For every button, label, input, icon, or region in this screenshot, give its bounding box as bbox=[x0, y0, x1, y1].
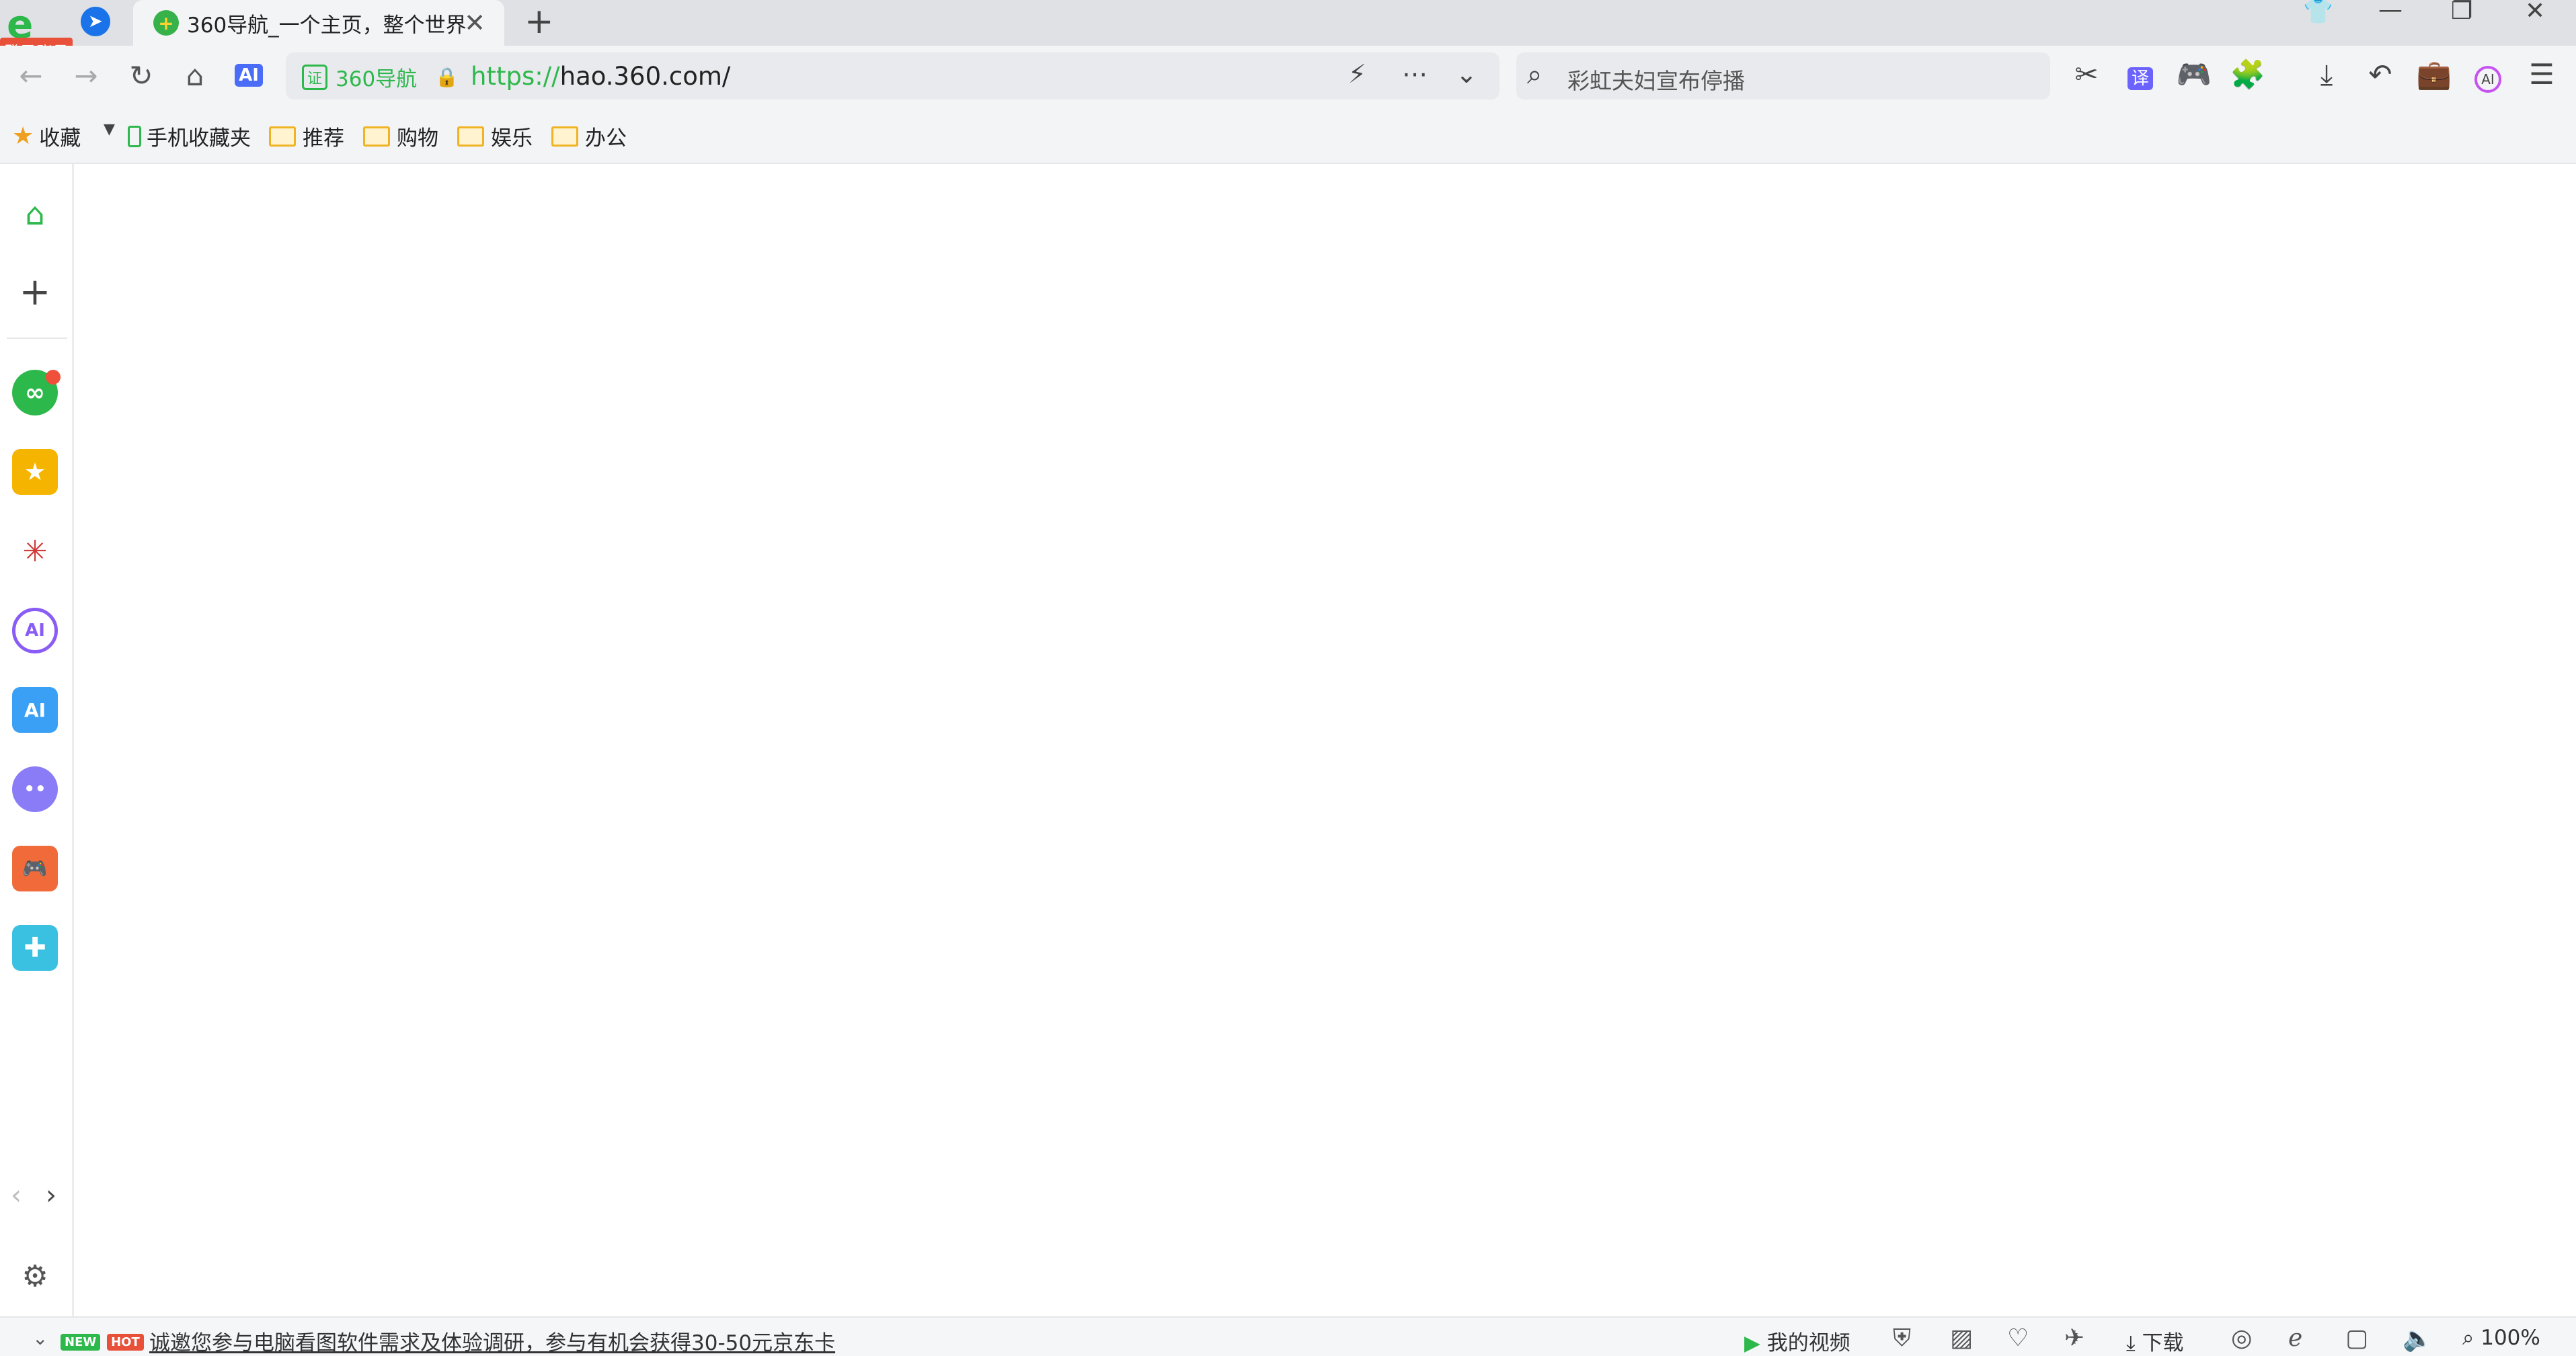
bookmark-mobile[interactable]: 手机收藏夹 bbox=[128, 121, 251, 151]
sidebar-ai-chat-icon[interactable]: AI bbox=[12, 608, 58, 653]
download-label: 下载 bbox=[2142, 1331, 2184, 1355]
sidebar-home-icon[interactable]: ⌂ bbox=[12, 191, 58, 237]
search-suggestion[interactable]: 彩虹夫妇宣布停播 bbox=[1567, 63, 1745, 95]
sidebar-next-icon[interactable]: › bbox=[38, 1172, 65, 1218]
play-icon: ▶ bbox=[1744, 1331, 1767, 1355]
window-icon[interactable]: ▢ bbox=[2345, 1324, 2368, 1352]
forward-icon[interactable]: → bbox=[67, 56, 105, 94]
hot-tag: HOT bbox=[107, 1334, 144, 1351]
paper-plane-icon[interactable]: ➤ bbox=[81, 7, 110, 36]
download-button[interactable]: ⤓ 下载 bbox=[2126, 1326, 2184, 1356]
title-bar: e 登录账号 ➤ + 360导航_一个主页，整个世界 ✕ + 👕 — ❐ ✕ bbox=[0, 0, 2576, 64]
download-icon[interactable]: ⤓ bbox=[2308, 58, 2345, 91]
notification-dot bbox=[46, 370, 61, 385]
sidebar-settings-icon[interactable]: ⚙ bbox=[12, 1253, 58, 1299]
bookmark-label: 办公 bbox=[585, 126, 627, 151]
bookmark-folder-office[interactable]: 办公 bbox=[551, 121, 627, 151]
url-text[interactable]: https://hao.360.com/ bbox=[471, 62, 730, 91]
zoom-control[interactable]: ⌕ 100% bbox=[2462, 1326, 2540, 1351]
sidebar-divider bbox=[7, 337, 67, 339]
zoom-icon: ⌕ bbox=[2462, 1326, 2481, 1350]
my-video-button[interactable]: ▶ 我的视频 bbox=[1744, 1326, 1850, 1356]
sidebar-prev-icon[interactable]: ‹ bbox=[3, 1172, 30, 1218]
url-host: hao.360.com/ bbox=[559, 62, 731, 91]
restore-button[interactable]: ❐ bbox=[2451, 0, 2472, 25]
menu-icon[interactable]: ☰ bbox=[2523, 58, 2561, 91]
bookmark-label: 娱乐 bbox=[491, 126, 533, 151]
incognito-icon[interactable]: ◎ bbox=[2231, 1324, 2252, 1352]
extensions-icon[interactable]: 🧩 bbox=[2229, 58, 2267, 91]
more-icon[interactable]: ⋯ bbox=[1402, 59, 1428, 89]
bookmark-folder-recommend[interactable]: 推荐 bbox=[269, 121, 344, 151]
ai-assistant-icon[interactable]: AI bbox=[2469, 58, 2507, 93]
site-certificate[interactable]: 证 360导航 bbox=[302, 62, 417, 92]
tab-close-icon[interactable]: ✕ bbox=[464, 8, 485, 38]
translate-icon[interactable]: 译 bbox=[2121, 58, 2159, 91]
tab-active[interactable]: + 360导航_一个主页，整个世界 ✕ bbox=[133, 0, 504, 46]
browser-window: e 登录账号 ➤ + 360导航_一个主页，整个世界 ✕ + 👕 — ❐ ✕ ←… bbox=[0, 0, 2576, 1356]
folder-icon bbox=[269, 126, 296, 147]
folder-icon bbox=[551, 126, 578, 147]
lock-icon[interactable]: 🔒 bbox=[435, 66, 459, 88]
sidebar-plus-icon[interactable]: ✚ bbox=[12, 925, 58, 971]
bookmarks-bar: ★ 收藏 ▼ 手机收藏夹 推荐 购物 娱乐 办公 bbox=[0, 108, 2576, 164]
refresh-icon[interactable]: ↻ bbox=[122, 56, 160, 94]
ie-mode-icon[interactable]: ℯ bbox=[2288, 1324, 2302, 1352]
tab-favicon-icon: + bbox=[153, 10, 179, 36]
folder-icon bbox=[457, 126, 484, 147]
rocket-icon[interactable]: ✈ bbox=[2064, 1324, 2084, 1352]
chevron-down-icon[interactable]: ⌄ bbox=[1456, 59, 1477, 89]
tab-title: 360导航_一个主页，整个世界 bbox=[187, 13, 467, 38]
download-arrow-icon: ⤓ bbox=[2126, 1331, 2142, 1355]
bookmark-label: 手机收藏夹 bbox=[147, 126, 251, 151]
ai-icon[interactable]: AI bbox=[230, 56, 268, 94]
bookmark-label: 购物 bbox=[397, 126, 438, 151]
search-icon: ⌕ bbox=[1527, 59, 1543, 90]
certificate-icon: 证 bbox=[302, 64, 327, 90]
bookmark-favorites[interactable]: ★ 收藏 bbox=[12, 121, 81, 151]
close-window-button[interactable]: ✕ bbox=[2525, 0, 2545, 25]
search-box[interactable]: ⌕ 彩虹夫妇宣布停播 bbox=[1516, 52, 2050, 99]
collapse-icon[interactable]: ⌄ bbox=[32, 1327, 48, 1349]
minimize-button[interactable]: — bbox=[2378, 0, 2403, 24]
scissors-icon[interactable]: ✂ bbox=[2068, 58, 2105, 91]
promo-tags: NEW HOT bbox=[61, 1327, 144, 1351]
bookmark-folder-entertainment[interactable]: 娱乐 bbox=[457, 121, 533, 151]
promo-link[interactable]: 诚邀您参与电脑看图软件需求及体验调研，参与有机会获得30-50元京东卡 bbox=[149, 1326, 835, 1356]
favorites-dropdown-icon[interactable]: ▼ bbox=[104, 121, 115, 138]
address-bar[interactable]: 证 360导航 🔒 https://hao.360.com/ ⚡ ⋯ ⌄ bbox=[286, 52, 1499, 99]
health-icon[interactable]: ♡ bbox=[2007, 1324, 2029, 1352]
bookmark-label: 收藏 bbox=[39, 126, 81, 151]
url-protocol: https:// bbox=[471, 62, 560, 91]
home-icon[interactable]: ⌂ bbox=[176, 56, 214, 94]
sidebar: ⌂ + ∞ ★ ✳ AI AI •• 🎮 ✚ ‹ › ⚙ bbox=[0, 164, 74, 1316]
bookmark-label: 推荐 bbox=[303, 126, 344, 151]
toolbox-icon[interactable]: 💼 bbox=[2415, 58, 2453, 91]
my-video-label: 我的视频 bbox=[1766, 1331, 1850, 1355]
sidebar-add-icon[interactable]: + bbox=[12, 269, 58, 315]
sidebar-game-icon[interactable]: 🎮 bbox=[12, 846, 58, 891]
sidebar-ai-icon[interactable]: AI bbox=[12, 687, 58, 733]
new-tag: NEW bbox=[61, 1334, 101, 1351]
star-icon: ★ bbox=[12, 122, 34, 150]
skin-icon[interactable]: 👕 bbox=[2303, 0, 2333, 26]
game-icon[interactable]: 🎮 bbox=[2175, 58, 2213, 91]
phone-icon bbox=[128, 125, 141, 147]
undo-icon[interactable]: ↶ bbox=[2362, 58, 2399, 91]
lightning-icon[interactable]: ⚡ bbox=[1348, 59, 1366, 89]
sidebar-star-icon[interactable]: ★ bbox=[12, 449, 58, 495]
new-tab-button[interactable]: + bbox=[524, 1, 554, 42]
sidebar-robot-icon[interactable]: •• bbox=[12, 766, 58, 812]
back-icon[interactable]: ← bbox=[12, 56, 50, 94]
certificate-label: 360导航 bbox=[336, 67, 418, 91]
folder-icon bbox=[363, 126, 390, 147]
status-bar: ⌄ NEW HOT 诚邀您参与电脑看图软件需求及体验调研，参与有机会获得30-5… bbox=[0, 1316, 2576, 1356]
image-icon[interactable]: ▨ bbox=[1950, 1324, 1973, 1352]
sidebar-network-icon[interactable]: ✳ bbox=[12, 528, 58, 574]
sound-icon[interactable]: 🔈 bbox=[2403, 1324, 2433, 1353]
bookmark-folder-shopping[interactable]: 购物 bbox=[363, 121, 438, 151]
page-content[interactable] bbox=[76, 165, 2576, 1316]
shield-icon[interactable]: ⛨ bbox=[1893, 1324, 1911, 1353]
zoom-level: 100% bbox=[2481, 1326, 2540, 1350]
